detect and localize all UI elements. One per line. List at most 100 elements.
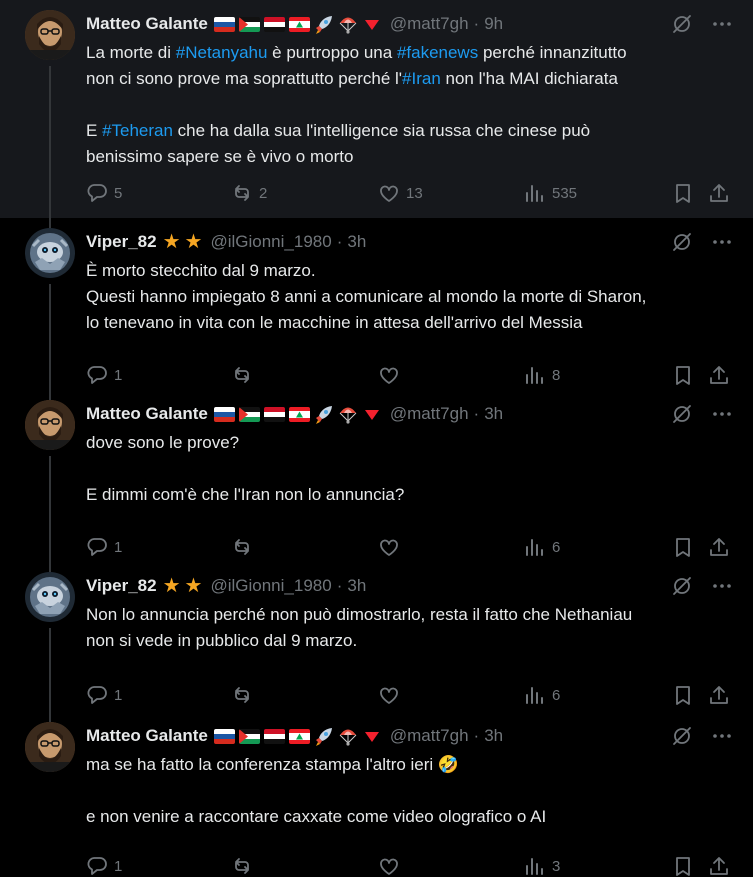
- thread-connector-line: [49, 284, 51, 400]
- repost-button[interactable]: 2: [231, 182, 267, 204]
- rocket-icon: [314, 14, 334, 34]
- more-icon[interactable]: [711, 575, 733, 602]
- star-icon: ★: [184, 575, 203, 597]
- display-name[interactable]: Matteo Galante: [86, 404, 208, 424]
- user-handle[interactable]: @ilGionni_1980: [210, 576, 331, 596]
- tweet[interactable]: Matteo Galante @matt7gh · 3h ma se ha fatto …: [0, 712, 753, 876]
- tweet[interactable]: Matteo Galante @matt7gh · 9h La morte di #Ne…: [0, 0, 753, 228]
- hashtag-link[interactable]: #fakenews: [397, 43, 478, 62]
- user-handle[interactable]: @matt7gh: [390, 14, 469, 34]
- timestamp[interactable]: 3h: [347, 576, 366, 596]
- text-line: Questi hanno impiegato 8 anni a comunica…: [86, 284, 733, 310]
- like-button[interactable]: [378, 684, 406, 706]
- views-button[interactable]: 535: [524, 182, 577, 204]
- more-icon[interactable]: [711, 725, 733, 752]
- repost-button[interactable]: [231, 855, 259, 877]
- share-button[interactable]: [708, 364, 730, 386]
- tweet[interactable]: Viper_82 ★ ★ @ilGionni_1980 · 3h Non lo annunc…: [0, 562, 753, 722]
- avatar[interactable]: [25, 400, 75, 450]
- avatar[interactable]: [25, 10, 75, 60]
- grok-icon[interactable]: [671, 231, 693, 258]
- more-icon[interactable]: [711, 403, 733, 430]
- views-button[interactable]: 8: [524, 364, 560, 386]
- repost-icon: [231, 364, 253, 386]
- separator-dot: ·: [473, 404, 480, 423]
- like-button[interactable]: [378, 364, 406, 386]
- hashtag-link[interactable]: #Iran: [402, 69, 441, 88]
- bookmark-icon: [672, 536, 694, 558]
- tweet-header: Viper_82 ★ ★ @ilGionni_1980 · 3h: [86, 231, 733, 253]
- tweet[interactable]: Viper_82 ★ ★ @ilGionni_1980 · 3h È morto stecc…: [0, 218, 753, 400]
- views-icon: [524, 536, 546, 558]
- views-button[interactable]: 6: [524, 536, 560, 558]
- text-span: Questi hanno impiegato 8 anni a comunica…: [86, 287, 647, 306]
- timestamp[interactable]: 3h: [484, 404, 503, 424]
- bookmark-button[interactable]: [672, 684, 694, 706]
- flag-palestine-icon: [238, 406, 260, 422]
- display-name[interactable]: Viper_82: [86, 232, 157, 252]
- repost-button[interactable]: [231, 364, 259, 386]
- share-button[interactable]: [708, 855, 730, 877]
- reply-button[interactable]: 1: [86, 684, 122, 706]
- like-button[interactable]: 13: [378, 182, 423, 204]
- reply-button[interactable]: 1: [86, 536, 122, 558]
- flag-yemen-icon: [263, 16, 285, 32]
- name-badges: ★ ★: [163, 576, 203, 596]
- grok-icon[interactable]: [671, 575, 693, 602]
- bookmark-icon: [672, 182, 694, 204]
- avatar[interactable]: [25, 228, 75, 278]
- rofl-emoji: 🤣: [437, 755, 460, 774]
- timestamp[interactable]: 3h: [347, 232, 366, 252]
- grok-icon[interactable]: [671, 13, 693, 40]
- views-button[interactable]: 6: [524, 684, 560, 706]
- flag-russia-icon: [213, 16, 235, 32]
- reply-button[interactable]: 1: [86, 364, 122, 386]
- timestamp[interactable]: 3h: [484, 726, 503, 746]
- display-name[interactable]: Matteo Galante: [86, 14, 208, 34]
- like-button[interactable]: [378, 855, 406, 877]
- repost-button[interactable]: [231, 536, 259, 558]
- like-icon: [378, 855, 400, 877]
- bookmark-button[interactable]: [672, 182, 694, 204]
- avatar[interactable]: [25, 722, 75, 772]
- display-name[interactable]: Viper_82: [86, 576, 157, 596]
- tweet[interactable]: Matteo Galante @matt7gh · 3h dove sono le pr…: [0, 390, 753, 572]
- timestamp[interactable]: 9h: [484, 14, 503, 34]
- text-line: ma se ha fatto la conferenza stampa l'al…: [86, 752, 733, 778]
- repost-button[interactable]: [231, 684, 259, 706]
- avatar[interactable]: [25, 572, 75, 622]
- text-span: E: [86, 121, 103, 140]
- repost-icon: [231, 855, 253, 877]
- grok-icon[interactable]: [671, 725, 693, 752]
- user-handle[interactable]: @matt7gh: [390, 726, 469, 746]
- grok-icon[interactable]: [671, 403, 693, 430]
- name-badges: [213, 726, 382, 746]
- separator-dot: ·: [336, 232, 343, 251]
- share-button[interactable]: [708, 536, 730, 558]
- display-name[interactable]: Matteo Galante: [86, 726, 208, 746]
- user-handle[interactable]: @matt7gh: [390, 404, 469, 424]
- views-count: 6: [552, 686, 561, 704]
- reply-button[interactable]: 5: [86, 182, 122, 204]
- reply-button[interactable]: 1: [86, 855, 122, 877]
- views-button[interactable]: 3: [524, 855, 560, 877]
- bookmark-button[interactable]: [672, 364, 694, 386]
- share-button[interactable]: [708, 684, 730, 706]
- star-icon: ★: [184, 231, 203, 253]
- share-button[interactable]: [708, 182, 730, 204]
- user-handle[interactable]: @ilGionni_1980: [210, 232, 331, 252]
- bookmark-icon: [672, 684, 694, 706]
- bookmark-button[interactable]: [672, 855, 694, 877]
- flag-russia-icon: [213, 728, 235, 744]
- like-button[interactable]: [378, 536, 406, 558]
- reply-count: 1: [114, 857, 123, 875]
- name-badges: [213, 14, 382, 34]
- rocket-icon: [314, 726, 334, 746]
- text-line: La morte di #Netanyahu è purtroppo una #…: [86, 40, 733, 66]
- more-icon[interactable]: [711, 13, 733, 40]
- more-icon[interactable]: [711, 231, 733, 258]
- bookmark-button[interactable]: [672, 536, 694, 558]
- hashtag-link[interactable]: #Netanyahu: [176, 43, 268, 62]
- hashtag-link[interactable]: #Teheran: [102, 121, 173, 140]
- repost-icon: [231, 536, 253, 558]
